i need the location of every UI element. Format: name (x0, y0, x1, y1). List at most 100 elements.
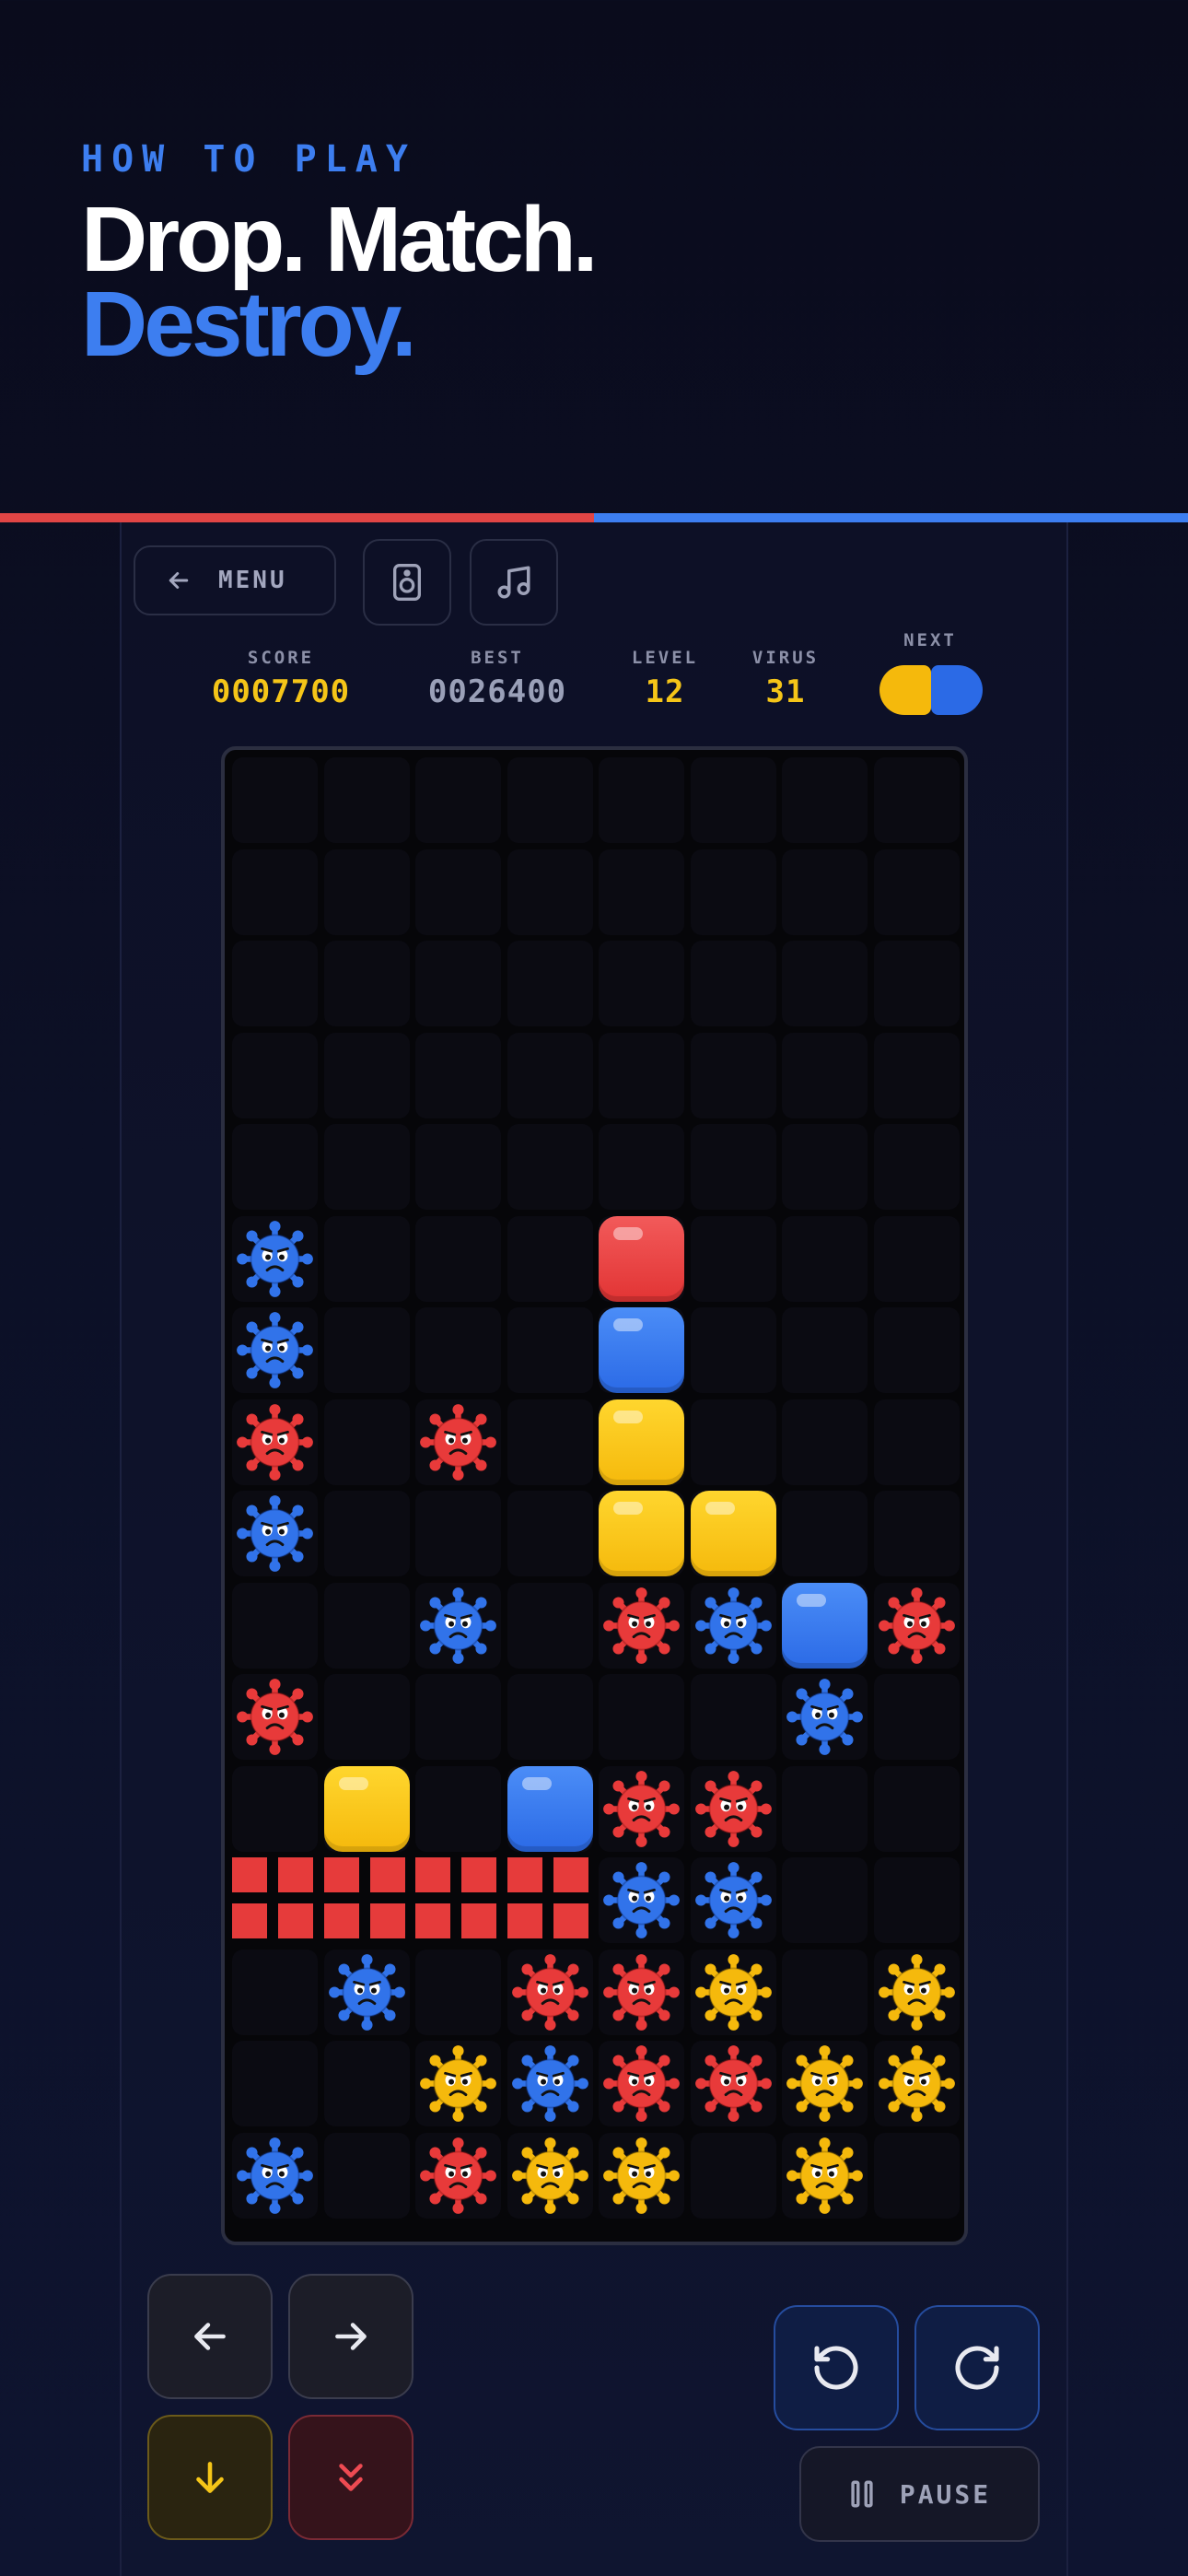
board-cell (232, 1949, 318, 2035)
board-cell (873, 1399, 960, 1485)
red-virus-icon (599, 2041, 684, 2126)
brick (553, 1903, 588, 1938)
board-cell (782, 941, 868, 1026)
hard-drop-button[interactable] (288, 2415, 413, 2540)
music-toggle-button[interactable] (470, 539, 558, 626)
board-cell (232, 1765, 318, 1852)
board-cell (232, 1582, 318, 1669)
board-cell (782, 1307, 868, 1393)
yellow-virus-icon (874, 1950, 960, 2035)
board-cell (599, 1032, 684, 1118)
blue-virus-icon (599, 1857, 684, 1943)
red-virus-icon (691, 2041, 776, 2126)
soft-drop-button[interactable] (147, 2415, 273, 2540)
board-cell (873, 941, 960, 1026)
rotate-ccw-icon (814, 2346, 858, 2390)
brick (553, 1857, 588, 1892)
block-shine (797, 1593, 826, 1607)
board-cell (323, 2132, 410, 2219)
board-cell (507, 1582, 593, 1669)
board-cell (323, 1124, 410, 1210)
move-left-button[interactable] (147, 2274, 273, 2399)
board-cell (323, 1399, 410, 1485)
block-shine (338, 1776, 368, 1790)
board-cell (507, 1215, 593, 1302)
level-value: 12 (645, 673, 685, 710)
board-cell (323, 1307, 410, 1393)
board-cell (873, 1124, 960, 1210)
pause-icon (851, 2480, 873, 2508)
blue-virus-icon (507, 2041, 593, 2126)
board-cell (415, 1949, 501, 2035)
level-stat: LEVEL 12 (619, 648, 711, 710)
score-label: SCORE (247, 648, 315, 668)
board-cell (782, 1857, 868, 1943)
board-cell (690, 849, 776, 935)
brick (415, 1857, 450, 1892)
blue-virus-icon (691, 1857, 776, 1943)
yellow-virus-icon (415, 2041, 501, 2126)
red-virus-icon (232, 1674, 318, 1760)
blue-capsule-block (599, 1307, 684, 1393)
board-cell (507, 1124, 593, 1210)
sound-toggle-button[interactable] (363, 539, 451, 626)
brick (232, 1903, 267, 1938)
red-virus-icon (874, 1583, 960, 1669)
board-cell (232, 1032, 318, 1118)
board-cell (782, 849, 868, 935)
yellow-virus-icon (691, 1950, 776, 2035)
level-label: LEVEL (631, 648, 699, 668)
board-cell (507, 941, 593, 1026)
board-cell (690, 1032, 776, 1118)
yellow-virus-icon (782, 2133, 868, 2219)
blue-virus-icon (415, 1583, 501, 1669)
block-shine (521, 1776, 552, 1790)
board-cell (232, 941, 318, 1026)
board-cell (232, 2041, 318, 2126)
board-cell (873, 1032, 960, 1118)
music-note-icon (497, 566, 530, 599)
board-cell (232, 849, 318, 935)
pause-button[interactable]: PAUSE (799, 2446, 1040, 2542)
virus-value: 31 (765, 673, 806, 710)
brick (278, 1903, 313, 1938)
board-cell (415, 1491, 501, 1576)
board-cell (873, 757, 960, 843)
block-shine (613, 1410, 643, 1423)
board-cell (323, 1582, 410, 1669)
board-cell (507, 1491, 593, 1576)
move-right-button[interactable] (288, 2274, 413, 2399)
board-cell (873, 1491, 960, 1576)
board-cell (690, 941, 776, 1026)
rotate-cw-button[interactable] (914, 2305, 1040, 2430)
yellow-capsule-block (690, 1491, 776, 1576)
menu-button[interactable]: MENU (134, 545, 336, 615)
blue-virus-icon (324, 1950, 410, 2035)
headline-line-2: Destroy. (81, 273, 417, 376)
brick (369, 1857, 405, 1892)
next-pill-right-half (931, 665, 983, 715)
board-cell (690, 1399, 776, 1485)
blue-virus-icon (232, 1491, 318, 1576)
next-pill-left-half (879, 665, 931, 715)
board-cell (323, 1491, 410, 1576)
menu-label: MENU (218, 567, 287, 594)
speaker-icon (393, 564, 421, 601)
double-chevron-down-icon (339, 2464, 363, 2491)
red-virus-icon (599, 1950, 684, 2035)
brick (323, 1857, 359, 1892)
kicker-text: HOW TO PLAY (81, 138, 416, 181)
brick-wall-cell (232, 1857, 318, 1943)
board-cell (415, 1215, 501, 1302)
best-label: BEST (471, 648, 524, 668)
board-cell (690, 1124, 776, 1210)
board-cell (232, 757, 318, 843)
board-cell (323, 849, 410, 935)
board-cell (323, 1032, 410, 1118)
score-value: 0007700 (211, 673, 351, 710)
board-cell (323, 1215, 410, 1302)
rotate-ccw-button[interactable] (774, 2305, 899, 2430)
brick (415, 1903, 450, 1938)
best-stat: BEST 0026400 (405, 648, 589, 710)
rotate-cw-icon (955, 2346, 999, 2390)
